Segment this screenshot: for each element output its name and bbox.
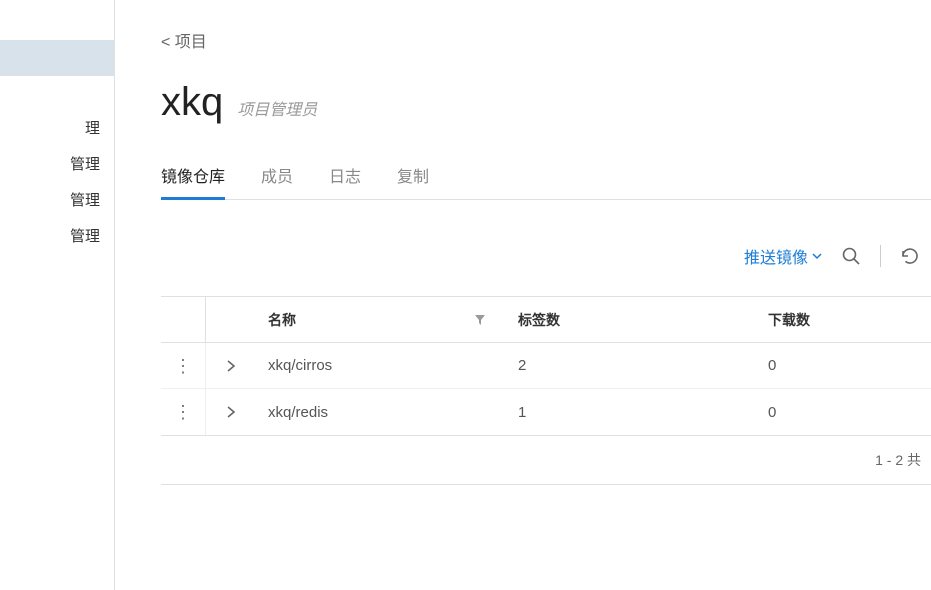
main-content: < 项目 xkq 项目管理员 镜像仓库 成员 日志 复制 推送镜像 [115,0,931,590]
push-label: 推送镜像 [744,244,808,268]
sidebar-item-3[interactable]: 管理 [0,183,114,219]
header-name[interactable]: 名称 [256,310,506,330]
search-icon [841,246,861,266]
horizontal-scrollbar[interactable] [161,485,931,502]
sidebar-item-0[interactable] [0,40,114,76]
header-tags[interactable]: 标签数 [506,310,756,330]
repositories-table: 名称 标签数 下载数 ⋮ xkq/cirros 2 [161,296,931,436]
sidebar-item-1[interactable]: 理 [0,111,114,147]
toolbar: 推送镜像 [161,244,931,268]
sidebar: 理 管理 管理 管理 [0,0,115,590]
chevron-right-icon [226,406,236,418]
role-label: 项目管理员 [237,96,317,120]
sidebar-item-label: 管理 [70,192,100,209]
col-downloads-label: 下载数 [768,312,810,328]
tab-logs[interactable]: 日志 [329,163,361,200]
refresh-icon [900,246,920,266]
sidebar-item-label: 理 [85,120,100,137]
row-tags: 1 [506,404,756,421]
chevron-right-icon [226,360,236,372]
row-actions[interactable]: ⋮ [161,389,206,435]
row-tags: 2 [506,357,756,374]
col-name-label: 名称 [268,310,296,330]
page-title: xkq [161,80,223,125]
header-downloads[interactable]: 下载数 [756,310,931,330]
row-name[interactable]: xkq/redis [256,404,506,421]
pagination: 1 - 2 共 [161,436,931,485]
row-expand[interactable] [206,406,256,418]
sidebar-item-4[interactable]: 管理 [0,219,114,255]
search-button[interactable] [840,245,862,267]
table-row: ⋮ xkq/cirros 2 0 [161,343,931,389]
tab-replication[interactable]: 复制 [397,163,429,200]
tab-label: 日志 [329,169,361,186]
tab-repositories[interactable]: 镜像仓库 [161,163,225,200]
breadcrumb-back[interactable]: < 项目 [161,28,207,52]
tab-label: 成员 [261,169,293,186]
filter-icon[interactable] [474,314,486,326]
page-header: xkq 项目管理员 [161,80,931,125]
tab-label: 复制 [397,169,429,186]
tab-members[interactable]: 成员 [261,163,293,200]
toolbar-divider [880,245,881,267]
table-row: ⋮ xkq/redis 1 0 [161,389,931,435]
table-header-row: 名称 标签数 下载数 [161,297,931,343]
row-downloads: 0 [756,404,931,421]
sidebar-item-label: 管理 [70,228,100,245]
header-actions-col [161,297,206,342]
push-image-button[interactable]: 推送镜像 [744,244,822,268]
breadcrumb-label: < 项目 [161,34,207,51]
kebab-icon: ⋮ [174,403,192,421]
tabs: 镜像仓库 成员 日志 复制 [161,163,931,200]
chevron-down-icon [812,251,822,261]
row-downloads: 0 [756,357,931,374]
tab-label: 镜像仓库 [161,169,225,186]
sidebar-item-2[interactable]: 管理 [0,147,114,183]
pagination-text: 1 - 2 共 [875,452,921,468]
refresh-button[interactable] [899,245,921,267]
sidebar-item-label: 管理 [70,156,100,173]
row-name[interactable]: xkq/cirros [256,357,506,374]
row-actions[interactable]: ⋮ [161,343,206,388]
col-tags-label: 标签数 [518,312,560,328]
kebab-icon: ⋮ [174,357,192,375]
row-expand[interactable] [206,360,256,372]
